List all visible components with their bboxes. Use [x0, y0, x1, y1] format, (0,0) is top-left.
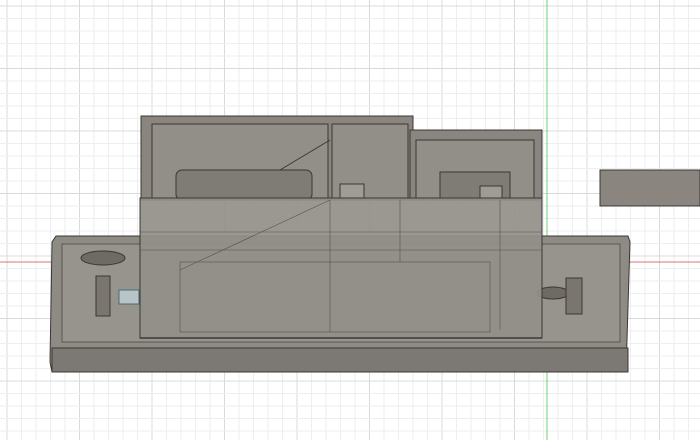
- inner-slot-left: [175, 169, 313, 201]
- box-front: [139, 197, 543, 339]
- right-clip: [565, 277, 583, 315]
- clip-tab-1: [339, 183, 365, 199]
- cad-viewport[interactable]: [0, 0, 700, 440]
- left-label-tab: [118, 289, 140, 305]
- left-hole: [80, 250, 126, 266]
- clip-tab-2: [479, 185, 503, 199]
- detached-part[interactable]: [599, 169, 700, 207]
- left-clip: [95, 275, 111, 317]
- base-plate-front: [51, 347, 629, 373]
